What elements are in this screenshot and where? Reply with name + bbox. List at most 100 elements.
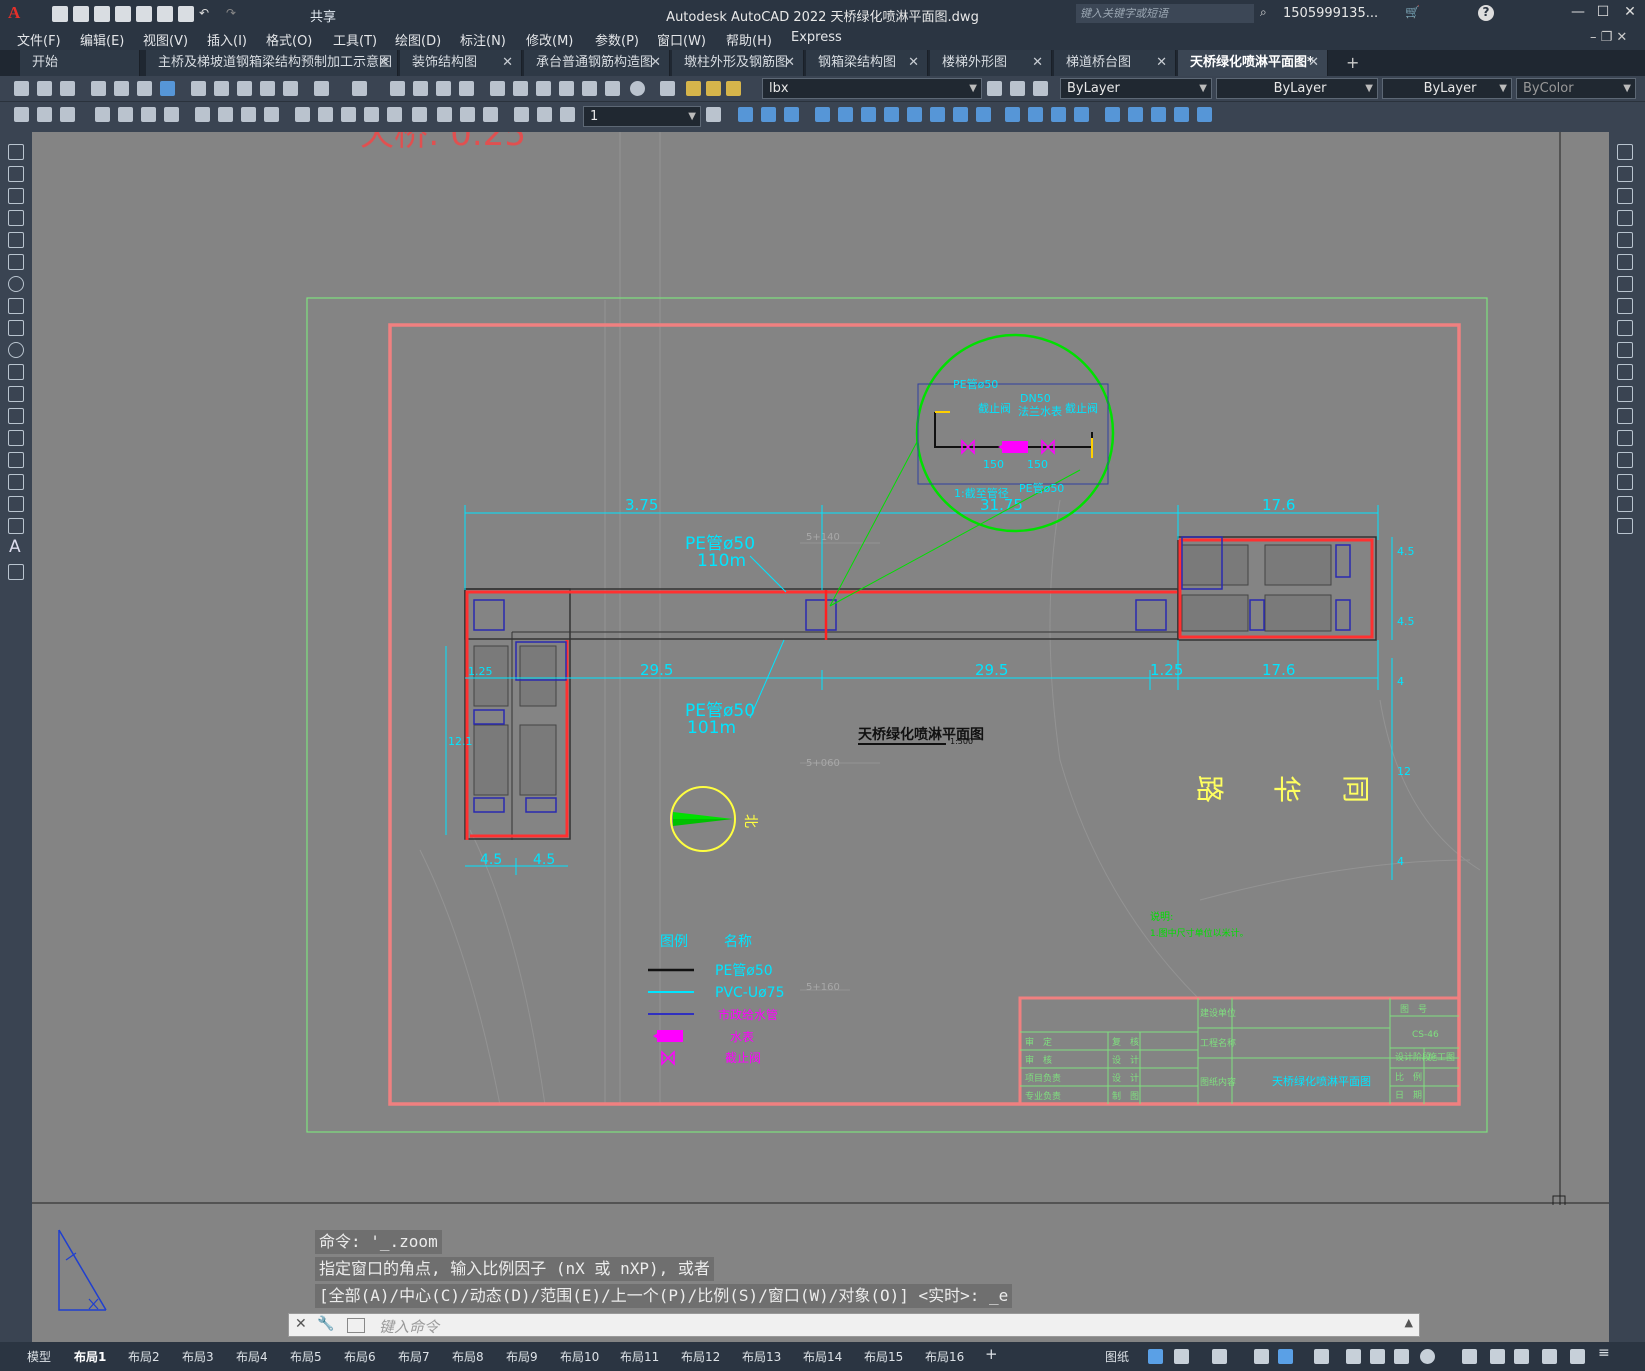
- layer-freeze-icon[interactable]: [706, 81, 721, 96]
- multiline-text-icon[interactable]: A: [9, 537, 21, 557]
- tab-document[interactable]: 楼梯外形图 ✕: [930, 50, 1052, 76]
- layout-tab[interactable]: 布局12: [681, 1348, 720, 1365]
- dim-diameter-icon[interactable]: [164, 107, 179, 122]
- graphics-performance-icon[interactable]: [1542, 1349, 1557, 1364]
- rotate-icon[interactable]: [861, 107, 876, 122]
- close-tab-icon[interactable]: ✕: [1156, 50, 1167, 76]
- match-properties-icon[interactable]: [260, 81, 275, 96]
- layout-tab[interactable]: 布局9: [506, 1348, 538, 1365]
- dim-radius-icon[interactable]: [118, 107, 133, 122]
- menu-draw[interactable]: 绘图(D): [395, 30, 441, 49]
- scale-icon[interactable]: [884, 107, 899, 122]
- layer-state-icon[interactable]: [1033, 81, 1048, 96]
- customize-icon[interactable]: 🔧: [317, 1316, 334, 1332]
- add-selected-icon[interactable]: [8, 564, 24, 580]
- linetype-dropdown[interactable]: ByLayer ▼: [1216, 78, 1378, 99]
- layout-tab[interactable]: 布局4: [236, 1348, 268, 1365]
- dim-linear-icon[interactable]: [14, 107, 29, 122]
- rotate-icon[interactable]: [1617, 276, 1633, 292]
- tool-palettes-icon[interactable]: [536, 81, 551, 96]
- user-account[interactable]: 1505999135...: [1283, 6, 1378, 21]
- trim-icon[interactable]: [1617, 342, 1633, 358]
- layout-tab[interactable]: 布局3: [182, 1348, 214, 1365]
- dim-aligned-icon[interactable]: [37, 107, 52, 122]
- tab-document[interactable]: 装饰结构图 ✕: [400, 50, 522, 76]
- tab-document[interactable]: 承台普通钢筋构造图 ✕: [524, 50, 670, 76]
- 3d-dwf-icon[interactable]: [160, 81, 175, 96]
- help-icon[interactable]: [630, 81, 645, 96]
- copy-icon[interactable]: [1617, 166, 1633, 182]
- doc-window-controls[interactable]: – ❐ ✕: [1590, 30, 1627, 45]
- close-button[interactable]: ✕: [1620, 4, 1640, 22]
- search-input[interactable]: 键入关键字或短语: [1076, 4, 1254, 23]
- cart-icon[interactable]: 🛒: [1405, 5, 1420, 19]
- spline-icon[interactable]: [8, 320, 24, 336]
- pan-icon[interactable]: [390, 81, 405, 96]
- close-tab-icon[interactable]: ✕: [650, 50, 661, 76]
- annotation-monitor-icon[interactable]: [1462, 1349, 1477, 1364]
- arc-icon[interactable]: [8, 254, 24, 270]
- close-tab-icon[interactable]: ✕: [1032, 50, 1043, 76]
- region-icon[interactable]: [8, 496, 24, 512]
- help-icon[interactable]: ?: [1478, 5, 1494, 21]
- properties-icon[interactable]: [490, 81, 505, 96]
- layout-tab[interactable]: 布局7: [398, 1348, 430, 1365]
- dim-edit-icon[interactable]: [437, 107, 452, 122]
- polar-tracking-icon[interactable]: [1254, 1349, 1269, 1364]
- plot-preview-icon[interactable]: [114, 81, 129, 96]
- menu-edit[interactable]: 编辑(E): [80, 30, 124, 49]
- new-tab-icon[interactable]: +: [1346, 53, 1359, 72]
- scale-icon[interactable]: [1617, 298, 1633, 314]
- move-icon[interactable]: [838, 107, 853, 122]
- tab-document[interactable]: 梯道桥台图 ✕: [1054, 50, 1176, 76]
- break-at-point-icon[interactable]: [1617, 386, 1633, 402]
- dim-update-icon[interactable]: [483, 107, 498, 122]
- tab-start[interactable]: 开始: [20, 50, 140, 76]
- scroll-up-icon[interactable]: ▲: [1405, 1316, 1413, 1329]
- menu-help[interactable]: 帮助(H): [726, 30, 772, 49]
- tab-document[interactable]: 主桥及梯坡道钢箱梁结构预制加工示意图 ✕: [146, 50, 398, 76]
- sheet-set-icon[interactable]: [559, 81, 574, 96]
- add-layout-icon[interactable]: +: [985, 1345, 998, 1363]
- layout-tab[interactable]: 布局16: [925, 1348, 964, 1365]
- point-icon[interactable]: [8, 430, 24, 446]
- recent-commands-icon[interactable]: [347, 1318, 365, 1333]
- stretch-icon[interactable]: [907, 107, 922, 122]
- gradient-icon[interactable]: [8, 474, 24, 490]
- copy-icon[interactable]: [214, 81, 229, 96]
- layer-on-icon[interactable]: [686, 81, 701, 96]
- lineweight-dropdown[interactable]: ByLayer ▼: [1382, 78, 1512, 99]
- menu-tools[interactable]: 工具(T): [333, 30, 377, 49]
- revision-cloud-icon[interactable]: [8, 298, 24, 314]
- line-icon[interactable]: [8, 144, 24, 160]
- dim-override-icon[interactable]: [537, 107, 552, 122]
- close-tab-icon[interactable]: ✕: [784, 50, 795, 76]
- quick-properties-icon[interactable]: [1514, 1349, 1529, 1364]
- layout-tab[interactable]: 布局11: [620, 1348, 659, 1365]
- ortho-icon[interactable]: [1212, 1349, 1227, 1364]
- break-icon[interactable]: [976, 107, 991, 122]
- snap-grid-icon[interactable]: [1148, 1349, 1163, 1364]
- redo-icon[interactable]: [352, 81, 367, 96]
- menu-format[interactable]: 格式(O): [266, 30, 312, 49]
- close-tab-icon[interactable]: ✕: [502, 50, 513, 76]
- close-tab-icon[interactable]: ✕: [1308, 50, 1319, 76]
- annotation-visibility-icon[interactable]: [1370, 1349, 1385, 1364]
- layout-tab[interactable]: 布局6: [344, 1348, 376, 1365]
- ellipse-arc-icon[interactable]: [8, 364, 24, 380]
- array-icon[interactable]: [815, 107, 830, 122]
- dim-ordinate-icon[interactable]: [95, 107, 110, 122]
- close-tab-icon[interactable]: ✕: [908, 50, 919, 76]
- tab-document[interactable]: 钢箱梁结构图 ✕: [806, 50, 928, 76]
- copy-object-icon[interactable]: [738, 107, 753, 122]
- maximize-button[interactable]: ☐: [1593, 4, 1613, 22]
- paste-icon[interactable]: [237, 81, 252, 96]
- layer-dropdown[interactable]: lbx ▼: [762, 78, 982, 99]
- lineweight-display-icon[interactable]: [1314, 1349, 1329, 1364]
- snap-mode-icon[interactable]: [1174, 1349, 1189, 1364]
- object-snap-icon[interactable]: [1278, 1349, 1293, 1364]
- dim-jogged-icon[interactable]: [141, 107, 156, 122]
- menu-file[interactable]: 文件(F): [17, 30, 61, 49]
- layout-tab[interactable]: 布局13: [742, 1348, 781, 1365]
- join-icon[interactable]: [1005, 107, 1020, 122]
